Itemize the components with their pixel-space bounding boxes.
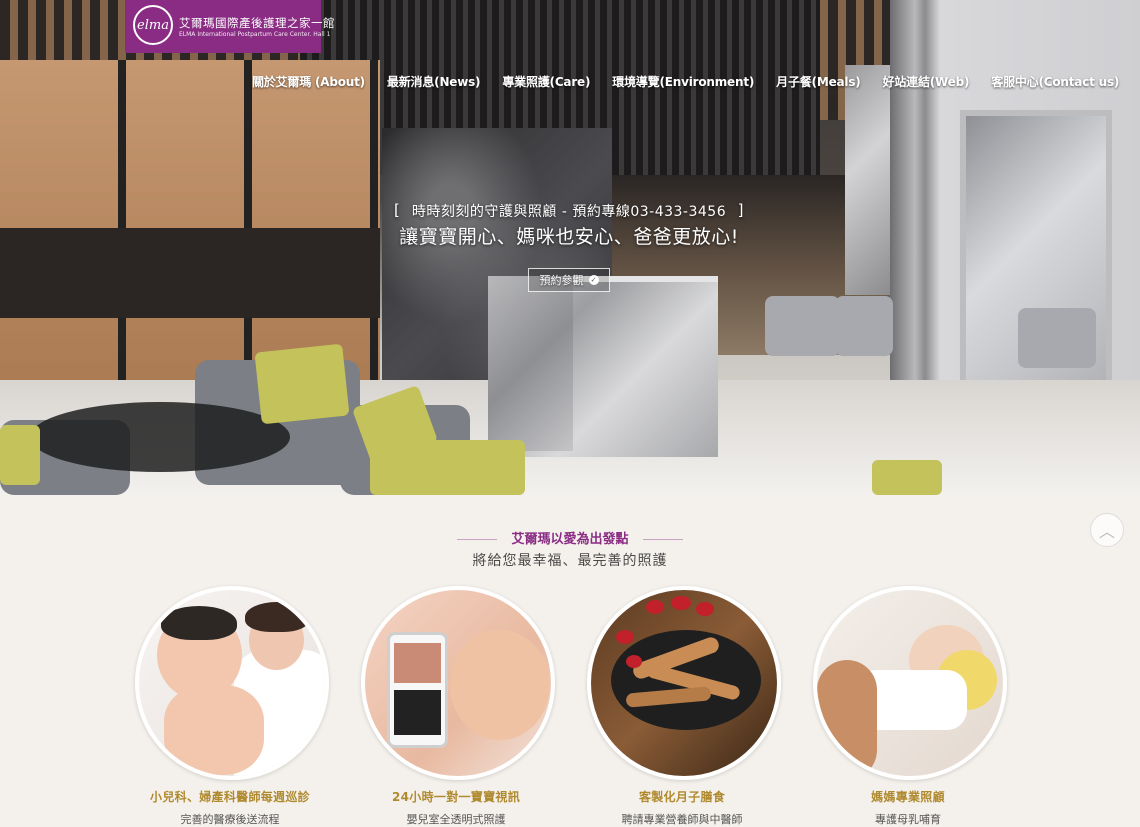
site-logo[interactable]: elma 艾爾瑪國際產後護理之家一館 ELMA International Po…	[125, 0, 335, 53]
mother-arm	[817, 660, 877, 776]
feature-title: 客製化月子膳食	[638, 790, 726, 804]
baby-hair	[161, 606, 237, 640]
intro-title: 艾爾瑪以愛為出發點	[0, 528, 1140, 547]
feature-desc: 嬰兒室全透明式照護	[406, 813, 506, 826]
lounge-chair	[835, 296, 893, 356]
lounge-chair	[765, 296, 840, 356]
nav-item-about[interactable]: 關於艾爾瑪 (About)	[252, 73, 365, 90]
hero-headline: 讓寶寶開心、媽咪也安心、爸爸更放心!	[399, 226, 739, 248]
feature-desc: 聘請專業營養師與中醫師	[621, 813, 743, 826]
nav-item-web[interactable]: 好站連結(Web)	[883, 73, 970, 90]
intro-title-text: 艾爾瑪以愛為出發點	[511, 532, 629, 547]
baby-body	[164, 685, 264, 775]
goji-berry	[696, 602, 714, 616]
goji-berry	[616, 630, 634, 644]
book-visit-button[interactable]: 預約參觀 ✓	[528, 268, 610, 292]
doctor-hair	[245, 602, 309, 632]
glass-table	[30, 402, 290, 472]
hero-tagline: [ 時時刻刻的守護與照顧 - 預約專線03-433-3456 ]	[394, 201, 744, 221]
phone-device	[387, 632, 448, 748]
nav-item-care[interactable]: 專業照護(Care)	[502, 73, 590, 90]
nav-item-contact[interactable]: 客服中心(Contact us)	[991, 73, 1119, 90]
goji-berry	[671, 596, 691, 610]
lounge-chair	[1018, 308, 1096, 368]
feature-title: 小兒科、婦產科醫師每週巡診	[150, 790, 310, 804]
chevron-up-icon: ︿	[1098, 522, 1115, 541]
nav-item-news[interactable]: 最新消息(News)	[387, 73, 481, 90]
book-visit-label: 預約參觀	[539, 274, 584, 287]
baby-face	[450, 630, 550, 740]
feature-desc: 專護母乳哺育	[875, 813, 941, 826]
feature-title: 媽媽專業照顧	[871, 790, 945, 804]
feature-image-video	[361, 586, 555, 780]
feature-card[interactable]: 客製化月子膳食 聘請專業營養師與中醫師	[587, 586, 781, 827]
check-circle-icon: ✓	[588, 275, 599, 285]
phone-speaker	[394, 690, 441, 735]
main-nav: 關於艾爾瑪 (About) 最新消息(News) 專業照護(Care) 環境導覽…	[252, 73, 1140, 90]
goji-berry	[626, 655, 642, 668]
bracket-left: [	[394, 201, 401, 219]
nav-item-meals[interactable]: 月子餐(Meals)	[776, 73, 861, 90]
logo-name-en: ELMA International Postpartum Care Cente…	[179, 31, 331, 38]
pillow	[0, 425, 40, 485]
nav-item-environment[interactable]: 環境導覽(Environment)	[612, 73, 754, 90]
feature-card[interactable]: 24小時一對一寶寶視訊 嬰兒室全透明式照護	[361, 586, 555, 827]
hero-tagline-text: 時時刻刻的守護與照顧 - 預約專線03-433-3456	[411, 204, 727, 220]
phone-screen	[394, 643, 441, 683]
display-shelf	[0, 228, 380, 318]
feature-desc: 完善的醫療後送流程	[180, 813, 280, 826]
pillow	[254, 343, 350, 425]
intro-subtitle: 將給您最幸福、最完善的照護	[472, 553, 668, 569]
logo-name-zh: 艾爾瑪國際產後護理之家一館	[179, 16, 335, 30]
pillow	[872, 460, 942, 495]
feature-image-meal	[587, 586, 781, 780]
feature-card[interactable]: 媽媽專業照顧 專護母乳哺育	[813, 586, 1007, 827]
goji-berry	[646, 600, 664, 614]
feature-image-doctor	[135, 586, 329, 780]
reception-counter-side	[488, 276, 573, 451]
feature-image-mother	[813, 586, 1007, 780]
feature-title: 24小時一對一寶寶視訊	[392, 790, 520, 804]
marble-column	[845, 65, 895, 295]
bracket-right: ]	[737, 201, 744, 219]
back-to-top-button[interactable]: ︿	[1090, 513, 1124, 547]
feature-card[interactable]: 小兒科、婦產科醫師每週巡診 完善的醫療後送流程	[135, 586, 329, 827]
logo-mark: elma	[133, 5, 173, 45]
